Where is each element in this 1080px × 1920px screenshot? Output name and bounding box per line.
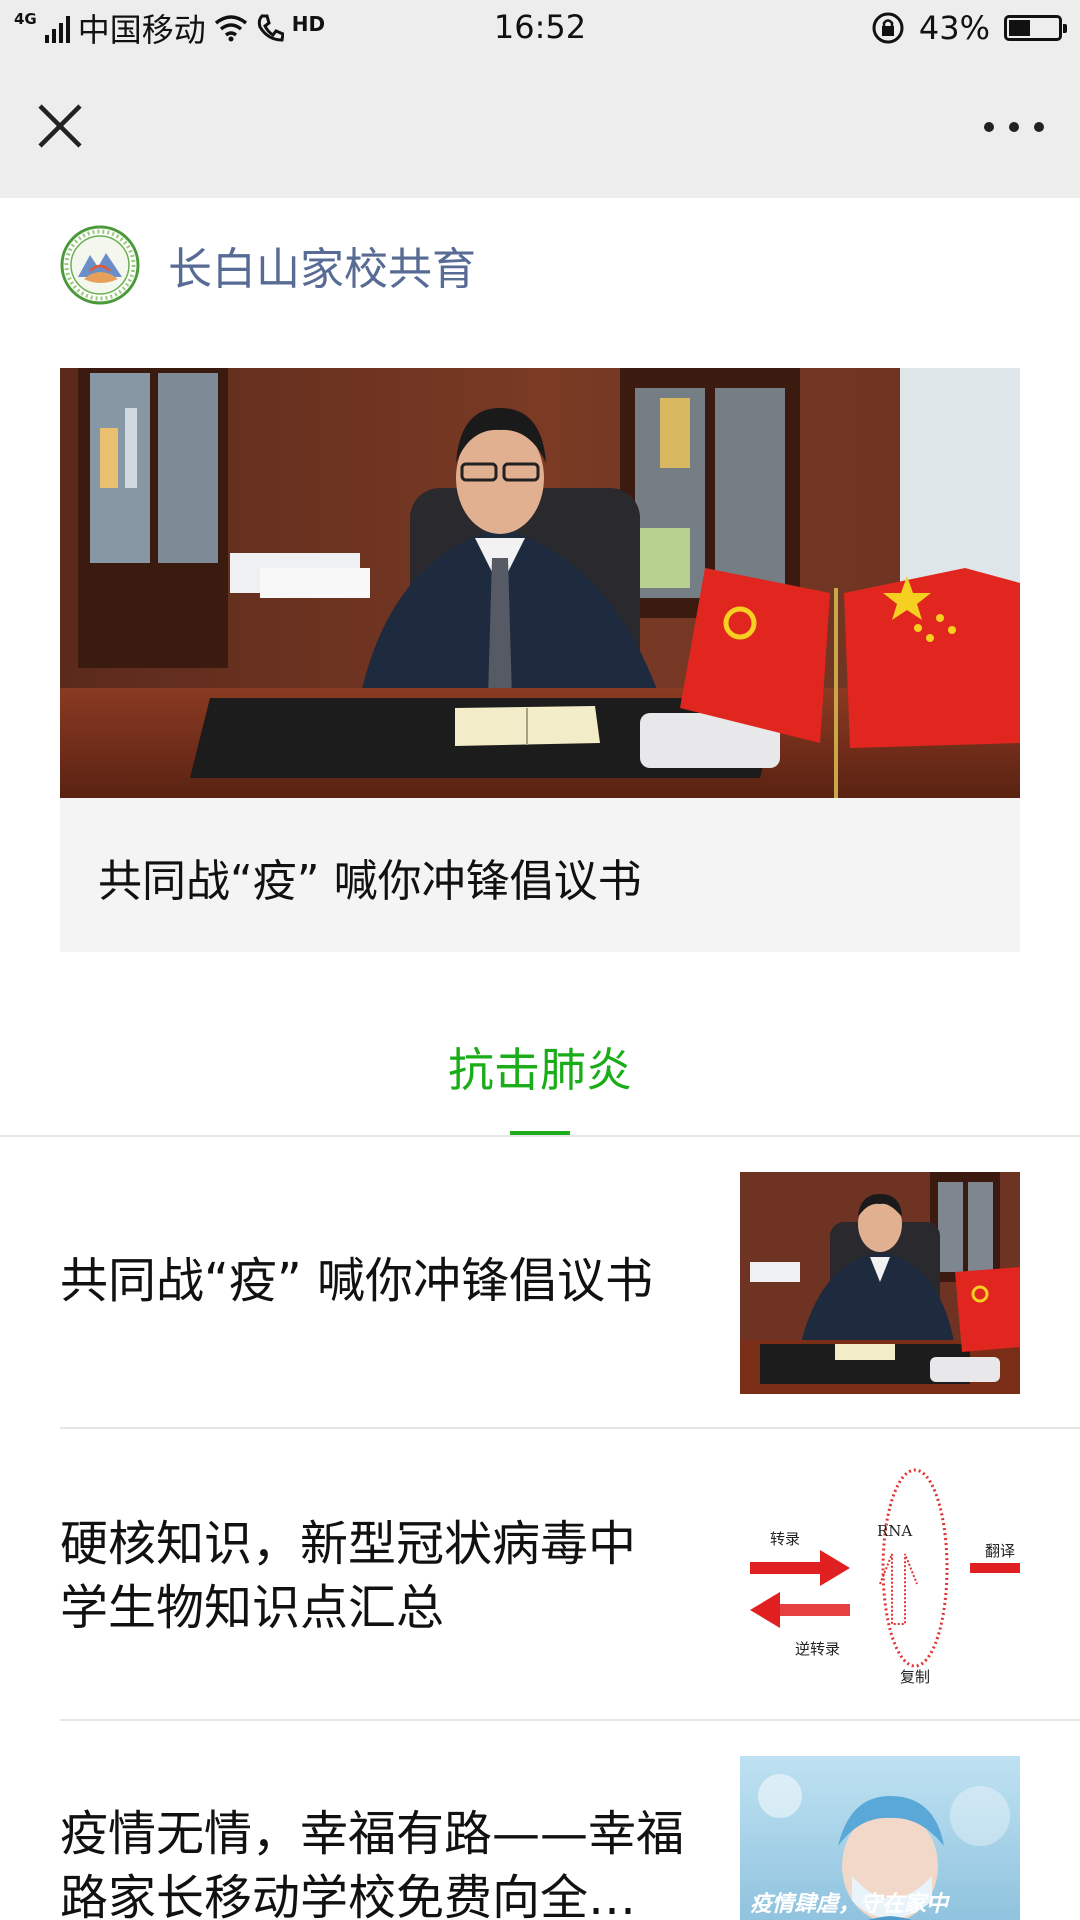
status-bar: 4G 中国移动 HD 16:52 43% — [0, 0, 1080, 56]
diagram-label-replication: 复制 — [900, 1668, 930, 1686]
article-item-1[interactable]: 共同战“疫” 喊你冲锋倡议书 — [60, 1172, 1080, 1429]
account-logo-icon — [60, 225, 140, 305]
article-separator-1 — [60, 1427, 1080, 1429]
thumb-office-photo — [740, 1172, 1020, 1394]
rotation-lock-icon — [872, 12, 904, 44]
close-icon[interactable] — [34, 100, 86, 152]
battery-icon — [1004, 15, 1067, 41]
diagram-label-translation: 翻译 — [985, 1542, 1015, 1560]
account-name: 长白山家校共育 — [168, 244, 476, 295]
battery-percent: 43% — [918, 9, 990, 47]
tab-divider — [0, 1135, 1080, 1137]
office-photo — [60, 368, 1020, 798]
article-title-3-line-2: 路家长移动学校免费向全… — [60, 1870, 637, 1920]
article-title-3: 疫情无情，幸福有路——幸福 路家长移动学校免费向全… — [60, 1802, 710, 1920]
article-title-3-line-1: 疫情无情，幸福有路——幸福 — [60, 1806, 685, 1862]
battery-fill — [1009, 20, 1030, 36]
article-item-2[interactable]: 硬核知识，新型冠状病毒中 学生物知识点汇总 转录 逆转录 RNA 翻译 复制 — [60, 1464, 1080, 1721]
article-thumb-2: 转录 逆转录 RNA 翻译 复制 — [740, 1464, 1020, 1686]
diagram-label-transcription: 转录 — [770, 1530, 800, 1548]
more-icon[interactable] — [984, 114, 1044, 140]
tab-label[interactable]: 抗击肺炎 — [0, 1034, 1080, 1100]
article-title-1: 共同战“疫” 喊你冲锋倡议书 — [60, 1253, 653, 1309]
article-separator-2 — [60, 1719, 1080, 1721]
article-thumb-1 — [740, 1172, 1020, 1394]
rna-diagram: 转录 逆转录 RNA 翻译 复制 — [750, 1468, 1020, 1686]
diagram-label-rna: RNA — [877, 1522, 912, 1540]
thumb3-caption: 疫情肆虐，守在家中 — [750, 1892, 949, 1917]
article-title-2-line-2: 学生物知识点汇总 — [60, 1580, 445, 1636]
page: 4G 中国移动 HD 16:52 43% 长白山家校共育 共同战“疫” 喊你冲锋… — [0, 0, 1080, 1920]
hero-title[interactable]: 共同战“疫” 喊你冲锋倡议书 — [98, 845, 642, 909]
nav-bar — [0, 56, 1080, 198]
article-title-2-line-1: 硬核知识，新型冠状病毒中 — [60, 1516, 637, 1572]
hero-image — [60, 368, 1020, 798]
diagram-label-reverse: 逆转录 — [795, 1640, 840, 1658]
status-right: 43% — [871, 6, 1067, 50]
account-header[interactable]: 长白山家校共育 — [60, 223, 476, 307]
article-title-2: 硬核知识，新型冠状病毒中 学生物知识点汇总 — [60, 1512, 710, 1640]
